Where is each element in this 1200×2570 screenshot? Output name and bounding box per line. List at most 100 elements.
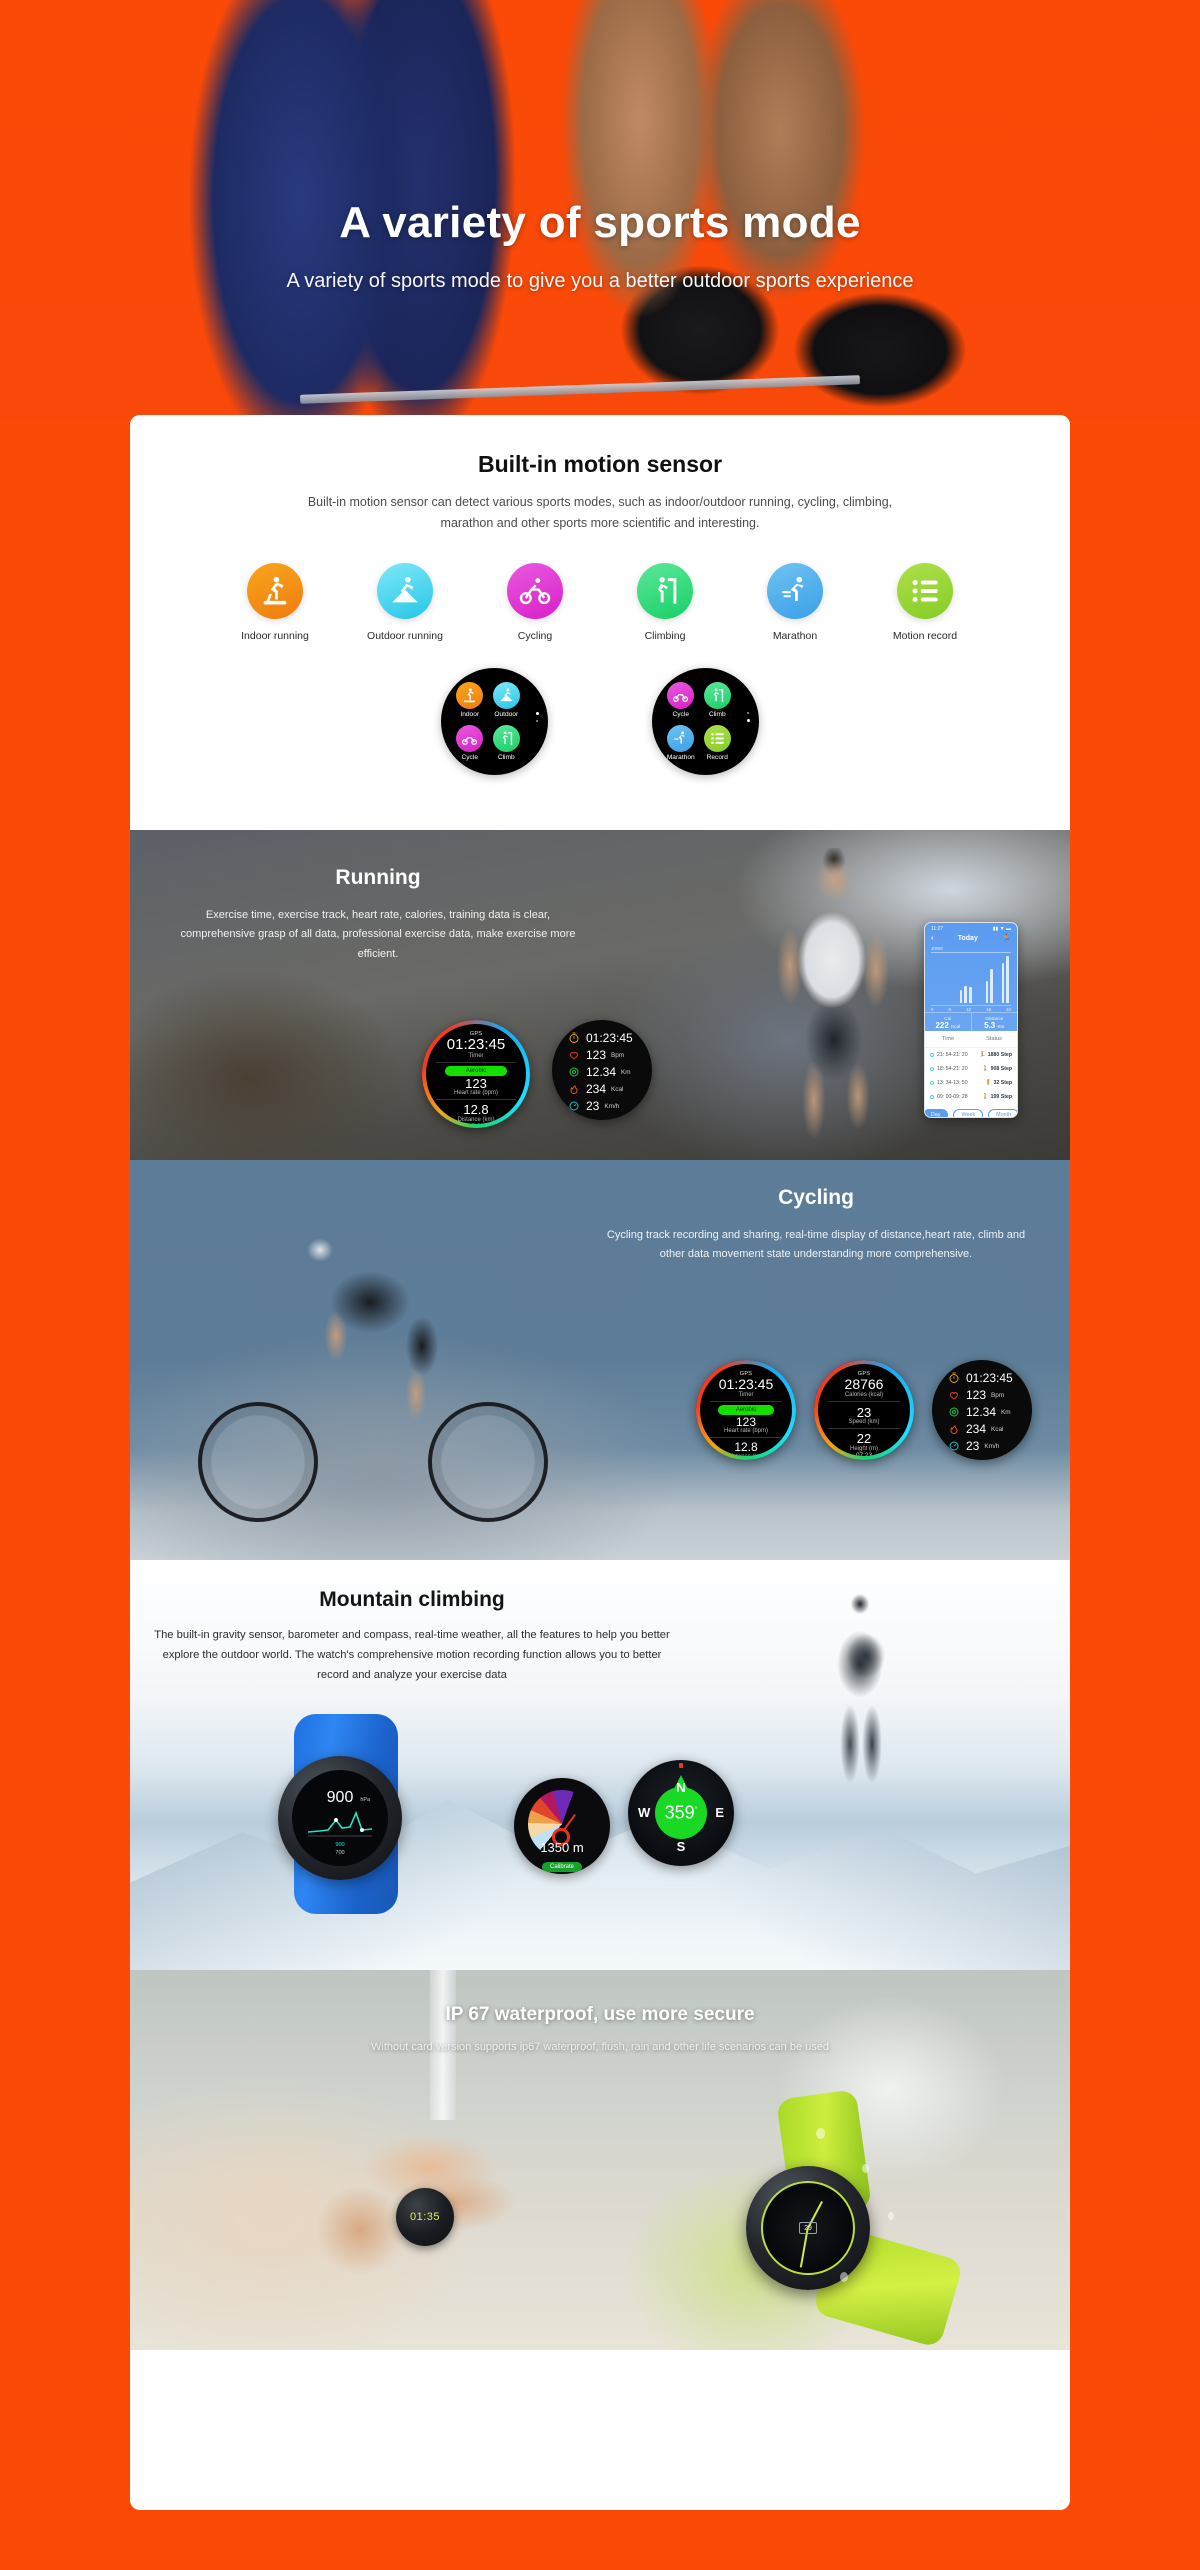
kpi-label: Distance: [985, 1016, 1004, 1021]
watch-face-running-summary[interactable]: 01:23:45 123 Bpm 12.34 Km 234 Kcal 23 Km…: [552, 1020, 652, 1120]
running-heading: Running: [335, 866, 421, 889]
watch-mode-label: Record: [706, 753, 728, 761]
wrist-watch-time: 01:35: [409, 2211, 441, 2223]
speedometer-icon: [949, 1441, 959, 1451]
altitude-value: 1350 m: [540, 1840, 584, 1855]
timeline-dot: [930, 1081, 934, 1085]
summary-value: 234: [586, 1082, 607, 1096]
sport-mode-item[interactable]: Motion record: [879, 563, 971, 642]
summary-row: 123 Bpm: [932, 1388, 1032, 1402]
outdoor-run-icon: [377, 563, 433, 620]
tab-week[interactable]: Week: [953, 1109, 984, 1117]
waterproof-heading: IP 67 waterproof, use more secure: [445, 2004, 755, 2025]
phone-range-tabs: Day Week Month: [925, 1104, 1017, 1117]
phone-app-preview[interactable]: 11:27 ▮▮ ▼ ▬ ‹ Today 🏃 10000 0 6 12 18 2…: [924, 922, 1018, 1118]
timer-value: 01:23:45: [446, 1036, 506, 1053]
location-icon: [569, 1067, 579, 1077]
watch-face-cycling-metrics[interactable]: GPS 01:23:45 Timer Aerobic 123 Heart rat…: [696, 1360, 796, 1460]
watch-face-running-metrics[interactable]: GPS 01:23:45 Timer Aerobic 123 Heart rat…: [422, 1020, 530, 1128]
chart-bars: [931, 951, 1011, 1003]
hero-banner: A variety of sports mode A variety of sp…: [0, 0, 1200, 420]
sport-mode-label: Outdoor running: [367, 630, 443, 643]
cycling-text-block: Cycling Cycling track recording and shar…: [606, 1186, 1026, 1265]
heart-rate-zone-badge: Aerobic: [445, 1065, 507, 1076]
watch-face-cycling-stats[interactable]: 01:23:45 123 Bpm 12.34 Km 234 Kcal 23 Km…: [932, 1360, 1032, 1460]
speed-value: 23: [856, 1404, 872, 1420]
summary-value: 123: [586, 1048, 607, 1062]
sport-mode-item[interactable]: Indoor running: [229, 563, 321, 642]
cycling-watch-dials: GPS 01:23:45 Timer Aerobic 123 Heart rat…: [696, 1360, 1032, 1460]
sport-mode-item[interactable]: Outdoor running: [359, 563, 451, 642]
watch-mode-cell[interactable]: Climb: [492, 724, 522, 763]
row-time: 21: 54-21: 20: [937, 1052, 968, 1058]
watch-face-modes-2[interactable]: Cycle Climb Marathon Record: [652, 668, 759, 776]
phone-title: Today: [957, 934, 978, 942]
summary-value: 234: [966, 1422, 987, 1436]
summary-row: 234 Kcal: [932, 1422, 1032, 1436]
climbing-description: The built-in gravity sensor, barometer a…: [154, 1629, 670, 1682]
watch-mode-cell[interactable]: Indoor: [455, 682, 485, 720]
speedometer-icon: [569, 1101, 579, 1111]
watch-mode-cell[interactable]: Outdoor: [492, 682, 522, 720]
tab-month[interactable]: Month: [988, 1109, 1017, 1117]
distance-caption: Distance (km): [700, 1454, 792, 1456]
watch-face-barometer[interactable]: 900 hPa 900 700: [292, 1770, 388, 1866]
summary-unit: Kcal: [611, 1085, 624, 1093]
summary-value: 23: [586, 1099, 600, 1113]
row-status: 199 Step: [990, 1094, 1012, 1100]
compass-south-label: S: [676, 1839, 686, 1854]
product-page: A variety of sports mode A variety of sp…: [0, 0, 1200, 2570]
summary-unit: Km: [1001, 1408, 1011, 1416]
summary-value: 123: [966, 1388, 987, 1402]
running-person-icon: 🏃: [979, 1052, 986, 1058]
watch-mode-cell[interactable]: Climb: [703, 682, 733, 720]
summary-row: 12.34 Km: [552, 1065, 652, 1079]
heart-icon: [949, 1392, 959, 1400]
running-person-icon[interactable]: 🏃: [1002, 934, 1011, 942]
phone-header: 11:27 ▮▮ ▼ ▬ ‹ Today 🏃 10000 0 6 12 18 2…: [925, 923, 1017, 1034]
clock-value: 07:23: [426, 1123, 526, 1124]
sport-mode-item[interactable]: Climbing: [619, 563, 711, 642]
steps-bar-chart: 10000 0 6 12 18 24: [931, 946, 1011, 1012]
watch-face-cycling-summary[interactable]: GPS 28766 Calories (kcal) 23 Speed (km) …: [814, 1360, 914, 1460]
watch-mode-cell[interactable]: Cycle: [666, 682, 696, 720]
phone-status-bar: 11:27 ▮▮ ▼ ▬: [925, 923, 1017, 932]
sport-mode-item[interactable]: Cycling: [489, 563, 581, 642]
list-record-icon: [897, 563, 953, 620]
timer-caption: Timer: [468, 1052, 484, 1059]
x-tick: 18: [986, 1007, 991, 1012]
watch-mode-cell[interactable]: Record: [703, 724, 733, 763]
summary-row: 123 Bpm: [552, 1048, 652, 1062]
bicycle-wheel: [428, 1402, 548, 1522]
sport-mode-list: Indoor running Outdoor running Cycling C…: [130, 563, 1070, 642]
watch-mode-cell[interactable]: Marathon: [666, 724, 696, 763]
watch-face-analog[interactable]: 29: [761, 2181, 855, 2275]
watch-face-altimeter[interactable]: 1350 m Calibrate: [514, 1778, 610, 1874]
chevron-left-icon[interactable]: ‹: [931, 935, 933, 942]
section-mountain-climbing: Mountain climbing The built-in gravity s…: [130, 1560, 1070, 1970]
kpi-label: Cal: [944, 1016, 952, 1021]
section-motion-sensor: Built-in motion sensor Built-in motion s…: [130, 415, 1070, 830]
watch-mode-label: Indoor: [460, 711, 480, 719]
water-droplet: [888, 2212, 894, 2220]
waterproof-description: Without card version supports ip67 water…: [371, 2041, 829, 2053]
row-status: 1880 Step: [987, 1052, 1012, 1058]
climbing-text-block: Mountain climbing The built-in gravity s…: [152, 1588, 672, 1685]
kpi-unit: Km: [997, 1024, 1005, 1029]
summary-row: 234 Kcal: [552, 1082, 652, 1096]
kpi-unit: Kcal: [951, 1024, 961, 1029]
calibrate-button[interactable]: Calibrate: [541, 1862, 583, 1872]
watch-face-modes-1[interactable]: Indoor Outdoor Cycle Climb: [441, 668, 548, 776]
summary-unit: Km: [621, 1068, 631, 1076]
sport-mode-item[interactable]: Marathon: [749, 563, 841, 642]
section-waterproof: 01:35 29 IP 67 waterproof, use more secu…: [130, 1970, 1070, 2350]
watch-mode-label: Marathon: [666, 753, 695, 761]
row-status: 32 Step: [993, 1080, 1012, 1086]
summary-value: 23: [966, 1439, 980, 1453]
watch-page-indicator: [536, 712, 539, 727]
tab-day[interactable]: Day: [925, 1109, 949, 1117]
watch-mode-cell[interactable]: Cycle: [455, 724, 485, 763]
timeline-dot: [930, 1095, 934, 1099]
watch-face-compass[interactable]: N W E S 359°: [628, 1760, 734, 1866]
compass-north-marker: [679, 1763, 683, 1768]
